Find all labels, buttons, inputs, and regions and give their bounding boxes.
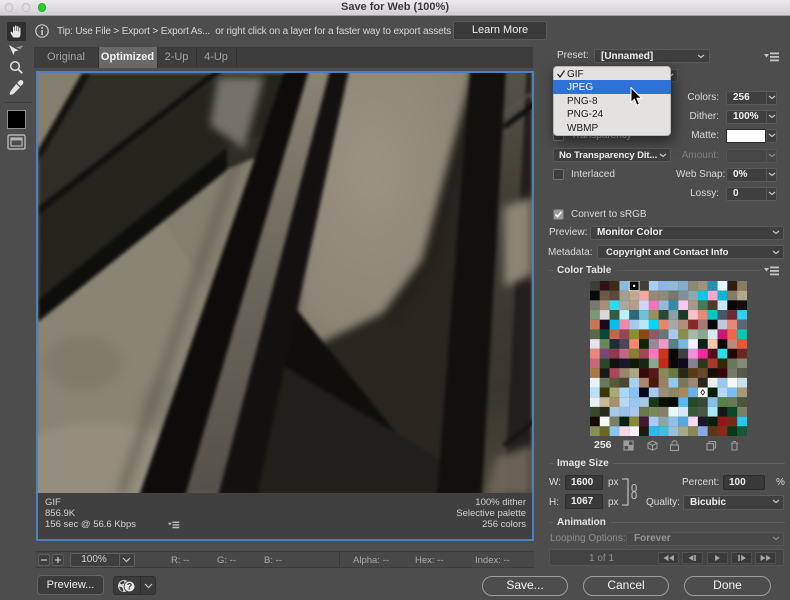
svg-text:?: ? bbox=[127, 581, 133, 591]
